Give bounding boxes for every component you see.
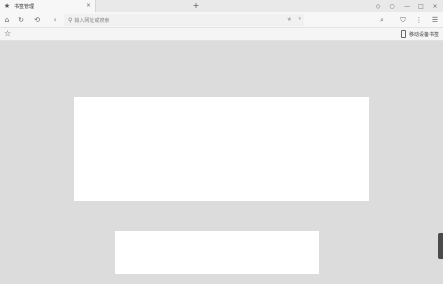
tab-bar: × ★ 书签管理 × + ◇ ○ — □ × — [0, 0, 443, 12]
bookmarks-bar: ☆ 移动设备书签 — [0, 28, 443, 41]
tab-bookmarks-manager[interactable]: × ★ 书签管理 × — [0, 0, 96, 12]
home-icon[interactable]: ⌂ — [2, 15, 12, 25]
tab-title: 书签管理 — [14, 3, 35, 10]
maximize-button[interactable]: □ — [415, 0, 427, 12]
content-card-secondary — [115, 231, 319, 274]
side-feedback-tab[interactable] — [438, 233, 443, 259]
more-menu-icon[interactable]: ⋮ — [414, 15, 424, 25]
content-card — [74, 97, 369, 201]
bookmark-star-icon[interactable]: ★ — [287, 16, 292, 23]
star-icon: ★ — [3, 2, 11, 10]
refresh-icon[interactable]: ↻ — [16, 15, 26, 25]
search-icon: ⚲ — [68, 16, 73, 24]
bookmark-star-icon[interactable]: ☆ — [4, 29, 11, 38]
mobile-bookmarks-label: 移动设备书签 — [408, 31, 439, 38]
mobile-bookmarks-button[interactable]: 移动设备书签 — [400, 30, 439, 38]
menu-circle-icon[interactable]: ○ — [386, 0, 398, 12]
back-icon[interactable]: ‹ — [50, 15, 60, 25]
extension-icon[interactable]: ◇ — [372, 0, 384, 12]
undo-icon[interactable]: ⟲ — [32, 15, 42, 25]
new-tab-button[interactable]: + — [191, 0, 201, 11]
search-icon[interactable]: ⌕ — [377, 15, 387, 25]
navigation-toolbar: ⌂ ↻ ⟲ ‹ ⚲ 输入网址或搜索 ★ ▾ ⌕ ⛉ ⋮ ☰ — [0, 12, 443, 28]
hamburger-menu-icon[interactable]: ☰ — [430, 15, 440, 25]
address-bar[interactable]: ⚲ 输入网址或搜索 ★ ▾ — [64, 14, 304, 26]
shopping-cart-icon[interactable]: ⛉ — [398, 15, 408, 25]
minimize-button[interactable]: — — [401, 0, 413, 12]
address-placeholder: 输入网址或搜索 — [74, 17, 110, 24]
chevron-down-icon[interactable]: ▾ — [298, 16, 301, 22]
close-tab-icon[interactable]: × — [86, 2, 91, 9]
phone-icon — [400, 30, 406, 38]
page-content — [0, 41, 443, 284]
close-window-button[interactable]: × — [429, 0, 441, 12]
